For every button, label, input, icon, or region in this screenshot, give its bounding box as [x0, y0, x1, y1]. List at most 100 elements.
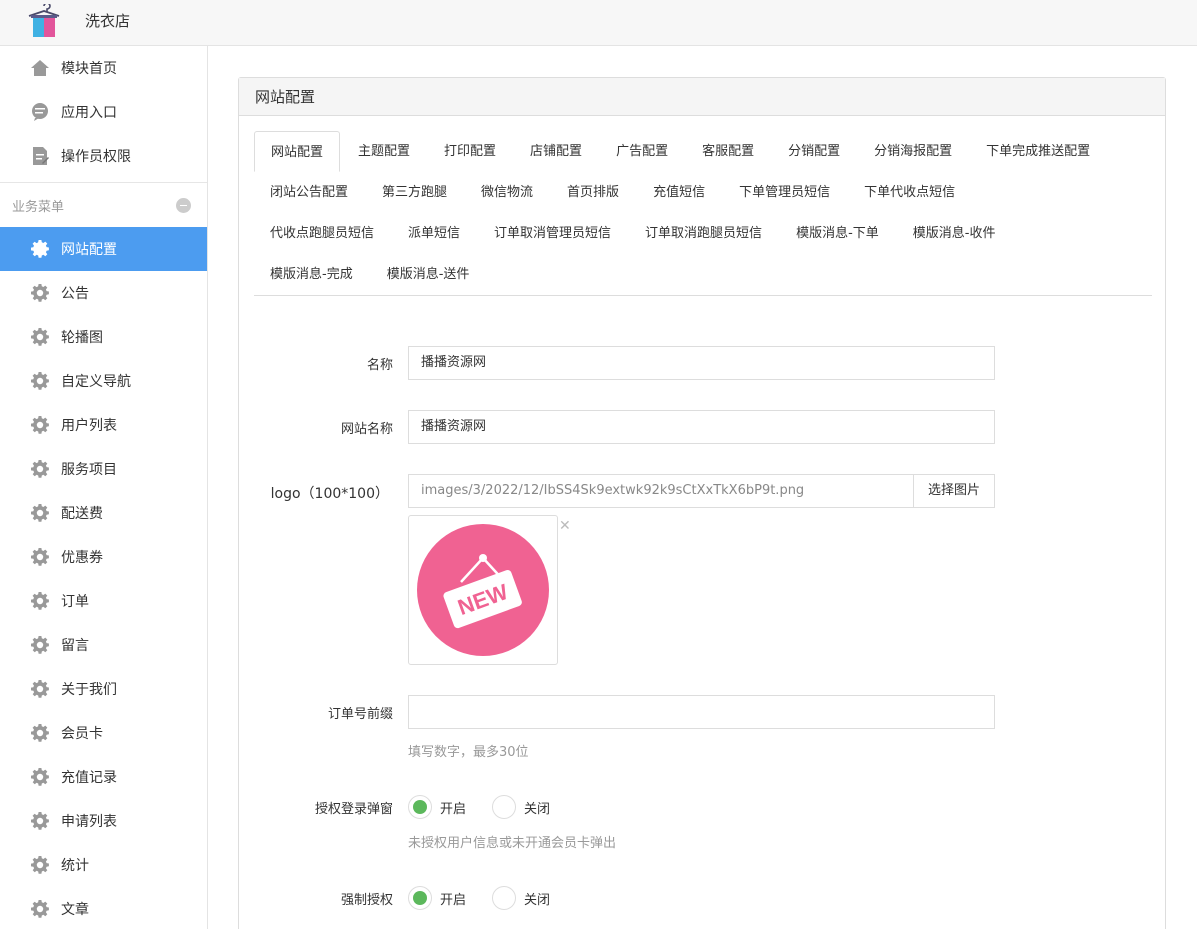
config-tab[interactable]: 模版消息-收件 — [897, 213, 1012, 254]
config-tab[interactable]: 订单取消跑腿员短信 — [629, 213, 778, 254]
config-tab[interactable]: 派单短信 — [392, 213, 476, 254]
sidebar-item-label: 自定义导航 — [61, 374, 131, 390]
order-prefix-label: 订单号前缀 — [327, 707, 393, 722]
sidebar-item-label: 申请列表 — [61, 814, 117, 830]
logo-path-input[interactable]: images/3/2022/12/IbSS4Sk9extwk92k9sCtXxT… — [408, 474, 914, 508]
sidebar-item[interactable]: 申请列表 — [0, 799, 207, 843]
sidebar-item[interactable]: 关于我们 — [0, 667, 207, 711]
config-tab[interactable]: 客服配置 — [686, 131, 770, 172]
order-prefix-hint: 填写数字，最多30位 — [408, 745, 529, 760]
order-prefix-input[interactable] — [408, 695, 995, 729]
config-tab[interactable]: 网站配置 — [254, 131, 341, 172]
sidebar-item-label: 配送费 — [61, 506, 103, 522]
panel-title: 网站配置 — [239, 78, 1165, 116]
sidebar-item-label: 网站配置 — [61, 242, 117, 258]
config-tab[interactable]: 分销海报配置 — [858, 131, 968, 172]
auth-popup-on-radio[interactable] — [408, 795, 432, 819]
force-auth-off-radio[interactable] — [492, 886, 516, 910]
config-tab[interactable]: 模版消息-送件 — [371, 254, 486, 295]
config-tab[interactable]: 订单取消管理员短信 — [478, 213, 627, 254]
sidebar-item[interactable]: 网站配置 — [0, 227, 207, 271]
gear-icon — [30, 635, 50, 655]
sidebar-item-module-home[interactable]: 模块首页 — [0, 46, 207, 90]
select-image-button[interactable]: 选择图片 — [913, 474, 995, 508]
config-tab[interactable]: 分销配置 — [772, 131, 856, 172]
sidebar-item[interactable]: 会员卡 — [0, 711, 207, 755]
config-tab[interactable]: 下单代收点短信 — [848, 172, 971, 213]
sidebar-item[interactable]: 文章 — [0, 887, 207, 929]
sidebar-item[interactable]: 服务项目 — [0, 447, 207, 491]
config-tab[interactable]: 广告配置 — [600, 131, 684, 172]
sidebar-item-label: 操作员权限 — [61, 149, 131, 165]
sidebar-item[interactable]: 充值记录 — [0, 755, 207, 799]
sidebar-item-label: 会员卡 — [61, 726, 103, 742]
gear-icon — [30, 855, 50, 875]
auth-popup-on-label: 开启 — [440, 802, 467, 817]
force-auth-on-label: 开启 — [440, 893, 467, 908]
sidebar-item-label: 优惠券 — [61, 550, 103, 566]
sidebar-item[interactable]: 配送费 — [0, 491, 207, 535]
auth-popup-off-radio[interactable] — [492, 795, 516, 819]
tab-row: 模版消息-完成 模版消息-送件 — [254, 254, 1152, 295]
sidebar-item[interactable]: 用户列表 — [0, 403, 207, 447]
config-tab[interactable]: 打印配置 — [428, 131, 512, 172]
sidebar-top-group: 模块首页 应用入口 操作员权限 — [0, 46, 207, 183]
config-tab[interactable]: 模版消息-完成 — [254, 254, 369, 295]
sidebar-section-header: 业务菜单 — [0, 183, 207, 227]
force-auth-on-radio[interactable] — [408, 886, 432, 910]
sidebar-item[interactable]: 统计 — [0, 843, 207, 887]
force-auth-label: 强制授权 — [340, 893, 393, 908]
sidebar-item[interactable]: 留言 — [0, 623, 207, 667]
tab-row: 网站配置 主题配置 打印配置 店铺配置 广告配置 客服配置 分销配置 分销海报配置 下单完成推送… — [254, 131, 1152, 172]
name-label: 名称 — [366, 358, 393, 373]
tab-row: 闭站公告配置 第三方跑腿 微信物流 首页排版 充值短信 下单管理员短信 下单代收点短信 — [254, 172, 1152, 213]
tab-row: 代收点跑腿员短信 派单短信 订单取消管理员短信 订单取消跑腿员短信 模版消息-下单 模版消… — [254, 213, 1152, 254]
sidebar-item-label: 公告 — [61, 286, 89, 302]
gear-icon — [30, 327, 50, 347]
sidebar-item-operator-permissions[interactable]: 操作员权限 — [0, 134, 207, 178]
sidebar-item-label: 充值记录 — [61, 770, 117, 786]
config-tab[interactable]: 闭站公告配置 — [254, 172, 364, 213]
gear-icon — [30, 811, 50, 831]
gear-icon — [30, 371, 50, 391]
home-icon — [30, 58, 50, 78]
sidebar-item-label: 应用入口 — [61, 105, 117, 121]
sidebar-item[interactable]: 订单 — [0, 579, 207, 623]
sidebar-item-label: 轮播图 — [61, 330, 103, 346]
sidebar: 模块首页 应用入口 操作员权限 业务菜单 网站配置公告轮播图自定义导航用户列表服… — [0, 46, 208, 929]
sidebar-item-app-entry[interactable]: 应用入口 — [0, 90, 207, 134]
app-title: 洗衣店 — [85, 12, 131, 30]
sidebar-item[interactable]: 优惠券 — [0, 535, 207, 579]
force-auth-off-label: 关闭 — [524, 893, 551, 908]
remove-image-icon[interactable]: ✕ — [559, 518, 571, 534]
gear-icon — [30, 767, 50, 787]
config-tab[interactable]: 下单完成推送配置 — [970, 131, 1106, 172]
site-name-input[interactable]: 播播资源网 — [408, 410, 995, 444]
laundry-logo-icon — [28, 4, 60, 37]
site-name-label: 网站名称 — [340, 422, 393, 437]
config-tab[interactable]: 店铺配置 — [514, 131, 598, 172]
sidebar-item[interactable]: 公告 — [0, 271, 207, 315]
config-tabs: 网站配置 主题配置 打印配置 店铺配置 广告配置 客服配置 分销配置 分销海报配置 下单完成推送… — [254, 131, 1152, 296]
config-tab[interactable]: 模版消息-下单 — [780, 213, 895, 254]
logo-preview: NEW — [408, 515, 558, 665]
config-tab[interactable]: 第三方跑腿 — [366, 172, 463, 213]
sidebar-menu: 网站配置公告轮播图自定义导航用户列表服务项目配送费优惠券订单留言关于我们会员卡充… — [0, 227, 207, 929]
config-tab[interactable]: 充值短信 — [637, 172, 721, 213]
sidebar-item-label: 用户列表 — [61, 418, 117, 434]
collapse-icon[interactable] — [176, 197, 191, 213]
sidebar-section-title: 业务菜单 — [12, 199, 65, 215]
auth-popup-hint: 未授权用户信息或未开通会员卡弹出 — [408, 836, 617, 851]
config-tab[interactable]: 代收点跑腿员短信 — [254, 213, 390, 254]
gear-icon — [30, 899, 50, 919]
sidebar-item-label: 留言 — [61, 638, 89, 654]
config-tab[interactable]: 主题配置 — [342, 131, 426, 172]
name-input[interactable]: 播播资源网 — [408, 346, 995, 380]
config-tab[interactable]: 首页排版 — [551, 172, 635, 213]
sidebar-item-label: 订单 — [61, 594, 89, 610]
config-tab[interactable]: 微信物流 — [465, 172, 549, 213]
sidebar-item[interactable]: 自定义导航 — [0, 359, 207, 403]
config-tab[interactable]: 下单管理员短信 — [723, 172, 846, 213]
sidebar-item-label: 统计 — [61, 858, 89, 874]
sidebar-item[interactable]: 轮播图 — [0, 315, 207, 359]
